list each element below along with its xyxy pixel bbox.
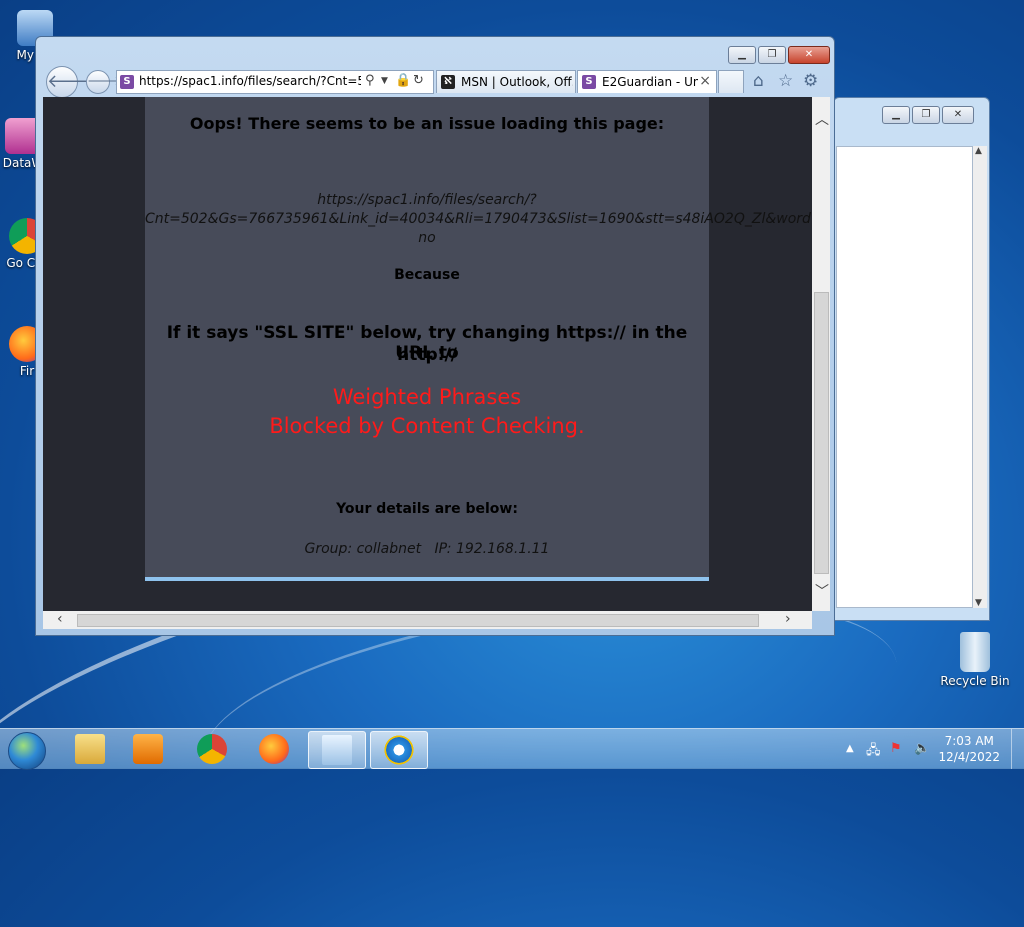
browser-window[interactable]: ▁ ❐ ✕ 🡐 🡒 S https://spac1.info/files/sea… xyxy=(35,36,835,636)
scrollbar-thumb[interactable] xyxy=(77,614,759,627)
show-hidden-icons-icon[interactable]: ▲ xyxy=(846,743,854,754)
taskbar-notepad[interactable] xyxy=(308,731,366,769)
clock-date: 12/4/2022 xyxy=(938,750,1000,764)
address-input[interactable]: https://spac1.info/files/search/?Cnt=502… xyxy=(139,74,361,88)
taskbar-chrome[interactable] xyxy=(184,731,240,767)
firefox-icon xyxy=(259,734,289,764)
minimize-button[interactable]: ▁ xyxy=(728,46,756,64)
maximize-button[interactable]: ❐ xyxy=(758,46,786,64)
blocked-url-line: no xyxy=(418,230,436,246)
user-details: Group: collabnet IP: 192.168.1.11 xyxy=(304,541,550,557)
system-clock[interactable]: 7:03 AM 12/4/2022 xyxy=(938,733,1000,765)
folder-icon xyxy=(75,734,105,764)
scrollbar-thumb[interactable] xyxy=(814,292,829,574)
page-title: Oops! There seems to be an issue loading… xyxy=(189,114,665,133)
notepad-icon xyxy=(322,735,352,765)
blocked-url-line: Cnt=502&Gs=766735961&Link_id=40034&Rli=1… xyxy=(145,211,812,227)
scroll-up-arrow-icon[interactable]: ︿ xyxy=(815,109,829,129)
desktop-icon-recycle-bin[interactable]: Recycle Bin xyxy=(940,632,1010,688)
scroll-right-arrow-icon[interactable]: › xyxy=(785,611,791,627)
tab-label: E2Guardian - Un... xyxy=(602,75,698,89)
show-desktop-button[interactable] xyxy=(1011,729,1024,769)
chrome-icon xyxy=(197,734,227,764)
close-tab-icon[interactable]: × xyxy=(699,73,711,89)
taskbar-firefox[interactable] xyxy=(246,731,302,767)
page-viewport[interactable]: Oops! There seems to be an issue loading… xyxy=(43,97,812,611)
action-center-flag-icon[interactable]: ⚑ xyxy=(890,741,902,756)
taskbar-explorer[interactable] xyxy=(62,731,118,767)
favorites-star-icon[interactable]: ☆ xyxy=(778,71,793,91)
scroll-down-arrow-icon[interactable]: ﹀ xyxy=(815,581,829,601)
dropdown-icon[interactable]: ▼ xyxy=(381,76,388,86)
desktop-icon-label: Recycle Bin xyxy=(940,674,1010,688)
minimize-button[interactable]: ▁ xyxy=(882,106,910,124)
scroll-down-arrow-icon[interactable]: ▼ xyxy=(975,598,982,608)
bg-window-content xyxy=(836,146,973,608)
block-reason-line: Blocked by Content Checking. xyxy=(269,414,585,438)
ssl-hint-line: http:// xyxy=(397,345,457,365)
because-label: Because xyxy=(394,267,460,283)
media-player-icon xyxy=(133,734,163,764)
internet-explorer-icon xyxy=(384,735,414,765)
maximize-button[interactable]: ❐ xyxy=(912,106,940,124)
tab-msn[interactable]: ℵ MSN | Outlook, Off... xyxy=(436,70,576,93)
network-icon[interactable]: 🖧 xyxy=(866,741,881,763)
address-bar[interactable]: S https://spac1.info/files/search/?Cnt=5… xyxy=(116,70,434,94)
recycle-bin-icon xyxy=(960,632,990,672)
taskbar: ▲ 🖧 ⚑ 🔈 7:03 AM 12/4/2022 xyxy=(0,728,1024,770)
site-favicon-icon: S xyxy=(120,75,134,89)
back-button[interactable]: 🡐 xyxy=(46,66,95,98)
msn-favicon-icon: ℵ xyxy=(441,75,455,89)
taskbar-media-player[interactable] xyxy=(120,731,176,767)
site-favicon-icon: S xyxy=(582,75,596,89)
refresh-icon[interactable]: ↻ xyxy=(413,73,424,88)
horizontal-scrollbar[interactable]: ‹ › xyxy=(43,611,812,629)
desktop-icon-label: Fir xyxy=(19,364,35,378)
volume-icon[interactable]: 🔈 xyxy=(914,741,930,756)
bg-window-caption-buttons: ▁ ❐ ✕ xyxy=(882,106,974,124)
caption-buttons: ▁ ❐ ✕ xyxy=(728,46,830,64)
block-reason-line: Weighted Phrases xyxy=(332,385,522,409)
details-heading: Your details are below: xyxy=(336,501,518,517)
lock-icon[interactable]: 🔒 xyxy=(395,73,411,88)
tab-e2guardian[interactable]: S E2Guardian - Un... × xyxy=(577,70,717,93)
block-page-panel: Oops! There seems to be an issue loading… xyxy=(145,97,812,581)
scroll-left-arrow-icon[interactable]: ‹ xyxy=(57,611,63,627)
home-icon[interactable]: ⌂ xyxy=(753,71,764,91)
search-icon[interactable]: ⚲ xyxy=(365,73,375,88)
close-button[interactable]: ✕ xyxy=(942,106,974,124)
taskbar-internet-explorer[interactable] xyxy=(370,731,428,769)
background-window[interactable]: ▁ ❐ ✕ ▲ ▼ xyxy=(833,97,990,621)
close-button[interactable]: ✕ xyxy=(788,46,830,64)
gear-icon[interactable]: ⚙ xyxy=(803,71,818,91)
start-button[interactable] xyxy=(8,732,46,770)
forward-button[interactable]: 🡒 xyxy=(86,70,122,94)
clock-time: 7:03 AM xyxy=(944,734,994,748)
scroll-up-arrow-icon[interactable]: ▲ xyxy=(975,146,982,156)
blocked-url-line: https://spac1.info/files/search/? xyxy=(317,192,537,208)
new-tab-button[interactable] xyxy=(718,70,744,93)
vertical-scrollbar[interactable]: ︿ ﹀ xyxy=(812,97,830,611)
bg-window-scrollbar[interactable]: ▲ ▼ xyxy=(973,146,987,608)
tab-label: MSN | Outlook, Off... xyxy=(461,75,573,89)
